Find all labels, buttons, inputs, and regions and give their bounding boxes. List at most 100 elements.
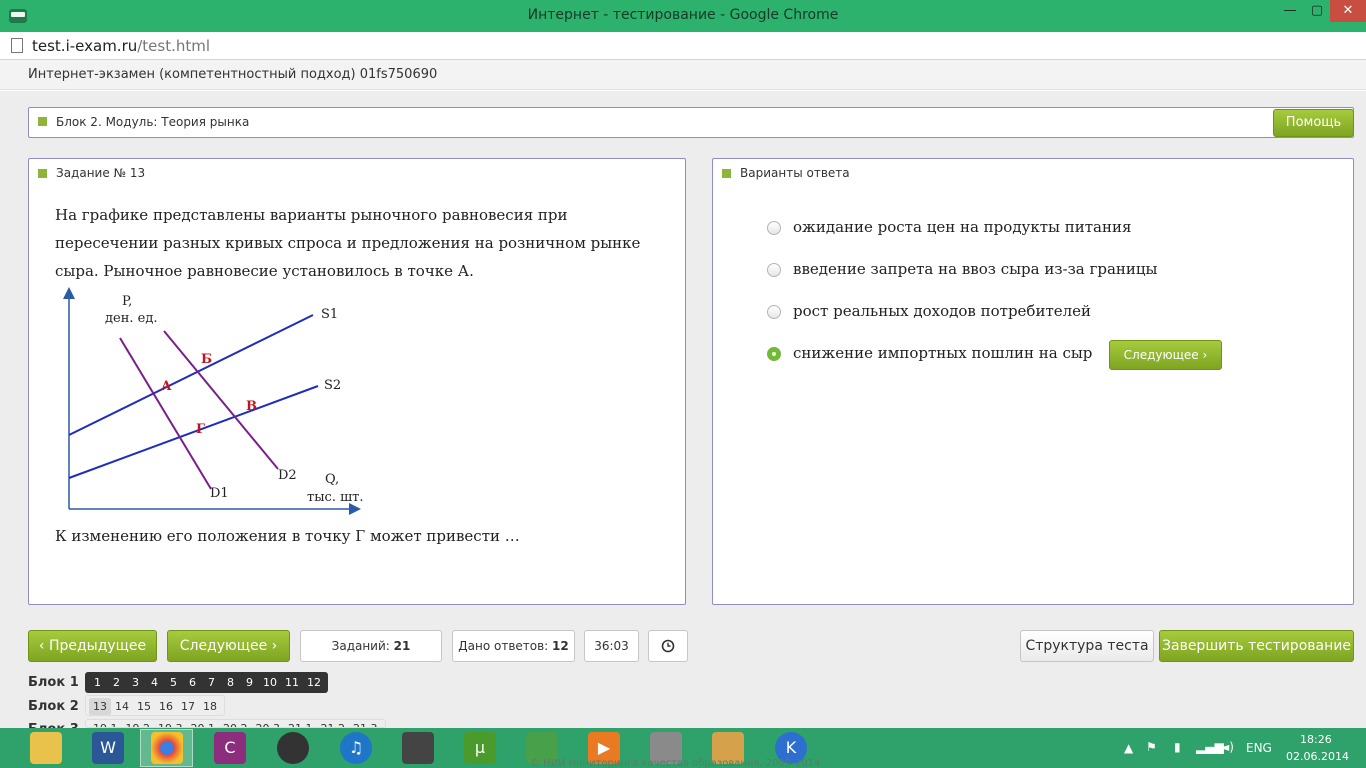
block-1-items: 1 2 3 4 5 6 7 8 9 10 11 12	[85, 672, 328, 693]
clock-time[interactable]: 18:26	[1300, 733, 1332, 746]
word-icon[interactable]: W	[92, 732, 124, 764]
help-button[interactable]: Помощь	[1273, 109, 1354, 137]
media-player-icon[interactable]	[277, 732, 309, 764]
d2-label: D2	[278, 468, 297, 483]
next-answer-button[interactable]: Следующее ›	[1109, 340, 1222, 370]
block-item-current[interactable]: 13	[89, 698, 111, 715]
demand-curve-d1	[119, 337, 212, 490]
block-2-items: 13 14 15 16 17 18	[85, 695, 225, 716]
url-path: /test.html	[137, 37, 211, 55]
url-text[interactable]: test.i-exam.ru/test.html	[32, 37, 210, 55]
block-item[interactable]: 21.2	[317, 720, 350, 727]
block-item[interactable]: 21.1	[284, 720, 317, 727]
block-item[interactable]: 3	[126, 674, 145, 691]
block-item[interactable]: 20.1	[187, 720, 220, 727]
x-axis-unit: тыс. шт.	[307, 490, 364, 505]
copyright-footer: © НИИ мониторинга качества образования, …	[530, 758, 821, 768]
answer-label[interactable]: ожидание роста цен на продукты питания	[793, 218, 1131, 236]
next-button[interactable]: Следующее ›	[167, 630, 290, 662]
radio-button[interactable]	[767, 221, 781, 235]
video-editor-icon[interactable]	[402, 732, 434, 764]
block-item[interactable]: 17	[177, 698, 199, 715]
block-item[interactable]: 11	[281, 674, 303, 691]
taskbar: W C ♫ µ ▶ K © НИИ мониторинга качества о…	[0, 728, 1366, 768]
block-item[interactable]: 12	[303, 674, 325, 691]
radio-button[interactable]	[767, 305, 781, 319]
block-item[interactable]: 10	[259, 674, 281, 691]
exam-title: Интернет-экзамен (компетентностный подхо…	[28, 67, 438, 82]
answers-panel: Варианты ответа ожидание роста цен на пр…	[712, 158, 1354, 605]
y-axis-label: P,	[122, 294, 132, 309]
chrome-icon[interactable]	[151, 732, 183, 764]
minimize-button[interactable]: —	[1276, 0, 1304, 22]
block-item[interactable]: 20.3	[252, 720, 285, 727]
block-item[interactable]: 15	[133, 698, 155, 715]
answer-label[interactable]: введение запрета на ввоз сыра из-за гран…	[793, 260, 1157, 278]
page-content: Блок 2. Модуль: Теория рынка Помощь Зада…	[0, 91, 1366, 737]
block-item[interactable]: 19.3	[154, 720, 187, 727]
answer-label[interactable]: рост реальных доходов потребителей	[793, 302, 1091, 320]
answers-header: Варианты ответа	[740, 166, 850, 180]
utorrent-icon[interactable]: µ	[464, 732, 496, 764]
tray-arrow-icon[interactable]: ▲	[1124, 741, 1133, 755]
question-header: Задание № 13	[56, 166, 146, 180]
file-explorer-icon[interactable]	[30, 732, 62, 764]
next-label: Следующее	[179, 638, 268, 654]
next-answer-label: Следующее	[1123, 348, 1199, 362]
clock-icon	[661, 639, 675, 653]
block-item[interactable]: 20.2	[219, 720, 252, 727]
test-structure-button[interactable]: Структура теста	[1020, 630, 1154, 662]
answers-count: Дано ответов: 12	[452, 630, 575, 662]
page-icon	[11, 38, 23, 53]
window-titlebar: Интернет - тестирование - Google Chrome …	[0, 0, 1366, 32]
finish-test-button[interactable]: Завершить тестирование	[1159, 630, 1354, 662]
radio-button-selected[interactable]	[767, 347, 781, 361]
block-label: Блок 2. Модуль: Теория рынка	[56, 115, 250, 129]
clock-button[interactable]	[648, 630, 688, 662]
block-item[interactable]: 16	[155, 698, 177, 715]
radio-button[interactable]	[767, 263, 781, 277]
point-a-label: А	[161, 379, 172, 394]
itunes-icon[interactable]: ♫	[340, 732, 372, 764]
block-item[interactable]: 2	[107, 674, 126, 691]
block-item[interactable]: 9	[240, 674, 259, 691]
square-bullet-icon	[38, 117, 47, 126]
block-item[interactable]: 4	[145, 674, 164, 691]
point-g-label: Г	[196, 422, 205, 437]
question-prompt: К изменению его положения в точку Г може…	[55, 527, 520, 545]
block-3-items: 19.1 19.2 19.3 20.1 20.2 20.3 21.1 21.2 …	[85, 719, 386, 728]
block-2-label: Блок 2	[28, 699, 79, 714]
block-bar: Блок 2. Модуль: Теория рынка	[28, 107, 1354, 138]
block-item[interactable]: 19.2	[122, 720, 155, 727]
block-item[interactable]: 14	[111, 698, 133, 715]
language-indicator[interactable]: ENG	[1246, 741, 1272, 755]
block-item[interactable]: 7	[202, 674, 221, 691]
block-item[interactable]: 5	[164, 674, 183, 691]
app-c-icon[interactable]: C	[214, 732, 246, 764]
clock-date[interactable]: 02.06.2014	[1286, 750, 1349, 763]
timer: 36:03	[584, 630, 639, 662]
block-item[interactable]: 8	[221, 674, 240, 691]
tasks-value: 21	[393, 639, 411, 653]
block-item[interactable]: 21.3	[349, 720, 382, 727]
volume-icon[interactable]: ◄)	[1220, 740, 1234, 754]
block-item[interactable]: 1	[88, 674, 107, 691]
block-item[interactable]: 18	[199, 698, 221, 715]
previous-button[interactable]: ‹ Предыдущее	[28, 630, 157, 662]
block-item[interactable]: 19.1	[89, 720, 122, 727]
answers-label: Дано ответов:	[458, 639, 549, 653]
previous-label: Предыдущее	[48, 638, 147, 654]
close-button[interactable]: ✕	[1330, 0, 1366, 22]
y-axis-unit: ден. ед.	[105, 311, 157, 326]
network-icon[interactable]: ⚑	[1146, 740, 1157, 754]
answers-value: 12	[552, 639, 569, 653]
block-item[interactable]: 6	[183, 674, 202, 691]
address-bar[interactable]: test.i-exam.ru/test.html	[0, 32, 1366, 60]
answer-label[interactable]: снижение импортных пошлин на сыр	[793, 344, 1092, 362]
maximize-button[interactable]: ▢	[1304, 0, 1330, 22]
tasks-label: Заданий:	[331, 639, 390, 653]
square-bullet-icon	[722, 169, 731, 178]
battery-icon[interactable]: ▮	[1174, 740, 1181, 754]
d1-label: D1	[210, 486, 229, 501]
s1-label: S1	[321, 307, 338, 322]
